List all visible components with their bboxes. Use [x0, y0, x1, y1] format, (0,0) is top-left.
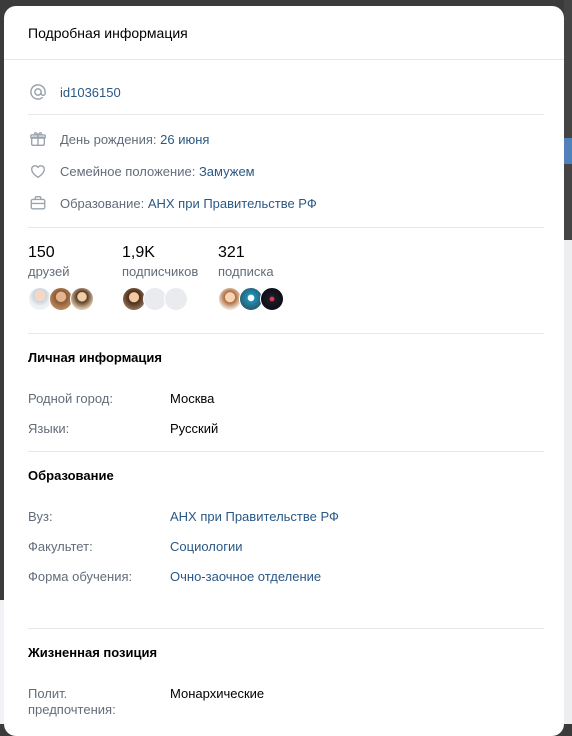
info-row: Факультет: Социологии — [28, 532, 544, 562]
faculty-link[interactable]: Социологии — [170, 539, 243, 555]
gift-icon — [28, 129, 48, 149]
info-row: Форма обучения: Очно-заочное отделение — [28, 562, 544, 592]
birthday-row: День рождения: 26 июня — [28, 123, 544, 155]
info-key: Родной город: — [28, 391, 113, 406]
at-icon — [28, 82, 48, 102]
family-label: Семейное положение: — [60, 163, 196, 179]
friends-avatars — [28, 287, 102, 311]
avatar[interactable] — [164, 287, 188, 311]
profile-id-row: id1036150 — [28, 76, 544, 108]
info-row: Полит. предпочтения: Монархические — [28, 679, 544, 725]
modal-title: Подробная информация — [4, 6, 564, 60]
info-key: Вуз: — [28, 509, 53, 524]
personal-section-title: Личная информация — [28, 350, 162, 365]
avatar[interactable] — [260, 287, 284, 311]
info-key: Языки: — [28, 421, 70, 436]
info-row: Языки: Русский — [28, 414, 544, 444]
education-section-title: Образование — [28, 468, 114, 483]
info-value: Москва — [170, 391, 215, 406]
education-short-row: Образование: АНХ при Правительстве РФ — [28, 187, 544, 219]
heart-icon — [28, 161, 48, 181]
info-key: Факультет: — [28, 539, 93, 554]
info-key: Форма обучения: — [28, 569, 133, 584]
family-value-link[interactable]: Замужем — [199, 164, 255, 179]
counter-followers[interactable]: 1,9K подписчиков — [122, 244, 198, 311]
university-link[interactable]: АНХ при Правительстве РФ — [170, 509, 339, 525]
study-form-link[interactable]: Очно-заочное отделение — [170, 569, 321, 585]
followers-avatars — [122, 287, 198, 311]
birthday-label: День рождения: — [60, 131, 157, 147]
info-row: Родной город: Москва — [28, 384, 544, 414]
background-feed — [564, 240, 572, 724]
info-value: Монархические — [170, 686, 265, 701]
counter-number: 1,9K — [122, 244, 155, 261]
education-short-label: Образование: — [60, 195, 145, 211]
info-key: Полит. предпочтения: — [28, 686, 116, 717]
birthday-value-link[interactable]: 26 июня — [160, 132, 209, 147]
life-section-title: Жизненная позиция — [28, 645, 158, 660]
info-row: Вуз: АНХ при Правительстве РФ — [28, 502, 544, 532]
briefcase-icon — [28, 193, 48, 213]
profile-id-link[interactable]: id1036150 — [60, 85, 121, 100]
counter-label: друзей — [28, 264, 70, 279]
info-value: Русский — [170, 421, 219, 436]
counter-subscriptions[interactable]: 321 подписка — [218, 244, 284, 311]
counter-label: подписка — [218, 264, 274, 279]
education-short-value-link[interactable]: АНХ при Правительстве РФ — [148, 196, 317, 211]
subscriptions-avatars — [218, 287, 284, 311]
avatar[interactable] — [70, 287, 94, 311]
counter-number: 321 — [218, 244, 245, 261]
counter-label: подписчиков — [122, 264, 199, 279]
family-row: Семейное положение: Замужем — [28, 155, 544, 187]
counters: 150 друзей 1,9K подписчиков 321 подписка — [28, 228, 544, 311]
details-modal: Подробная информация id1036150 День рожд… — [4, 6, 564, 736]
counter-friends[interactable]: 150 друзей — [28, 244, 102, 311]
counter-number: 150 — [28, 244, 55, 261]
